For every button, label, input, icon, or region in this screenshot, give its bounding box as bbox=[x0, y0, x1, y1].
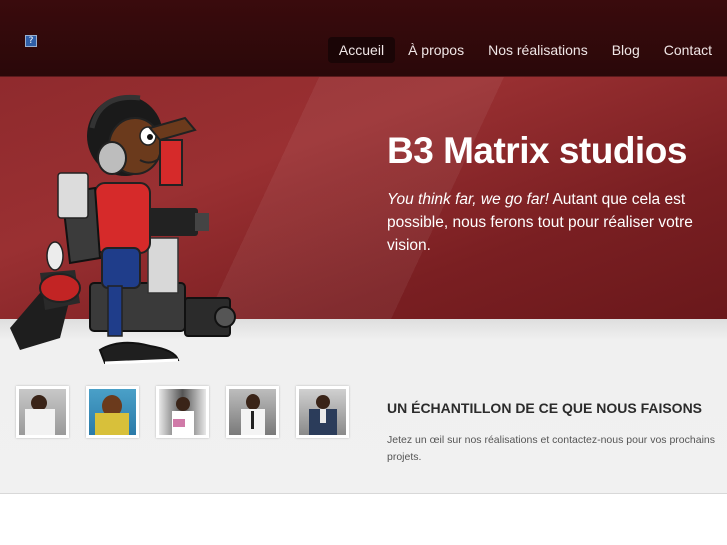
sample-thumbnail[interactable] bbox=[296, 386, 349, 438]
sample-thumbnail[interactable] bbox=[156, 386, 209, 438]
hero-text: You think far, we go far! Autant que cel… bbox=[387, 188, 717, 257]
nav-item-realisations[interactable]: Nos réalisations bbox=[477, 37, 599, 63]
main-nav: Accueil À propos Nos réalisations Blog C… bbox=[326, 37, 723, 63]
sample-thumbnail[interactable] bbox=[16, 386, 69, 438]
nav-item-a-propos[interactable]: À propos bbox=[397, 37, 475, 63]
nav-item-accueil[interactable]: Accueil bbox=[327, 37, 396, 63]
section-title: UN ÉCHANTILLON DE CE QUE NOUS FAISONS bbox=[387, 400, 703, 416]
hero-title: B3 Matrix studios bbox=[387, 130, 687, 171]
sample-thumbnail[interactable] bbox=[86, 386, 139, 438]
section-text: Jetez un œil sur nos réalisations et con… bbox=[387, 434, 715, 463]
sample-thumbnail[interactable] bbox=[226, 386, 279, 438]
samples-gallery bbox=[16, 386, 366, 438]
hero-tagline: You think far, we go far! bbox=[387, 191, 549, 208]
nav-item-contact[interactable]: Contact bbox=[653, 37, 723, 63]
broken-image-icon[interactable]: ? bbox=[25, 35, 37, 47]
nav-item-blog[interactable]: Blog bbox=[601, 37, 651, 63]
mascot-illustration bbox=[10, 94, 236, 365]
site-header: ? Accueil À propos Nos réalisations Blog… bbox=[0, 0, 727, 77]
